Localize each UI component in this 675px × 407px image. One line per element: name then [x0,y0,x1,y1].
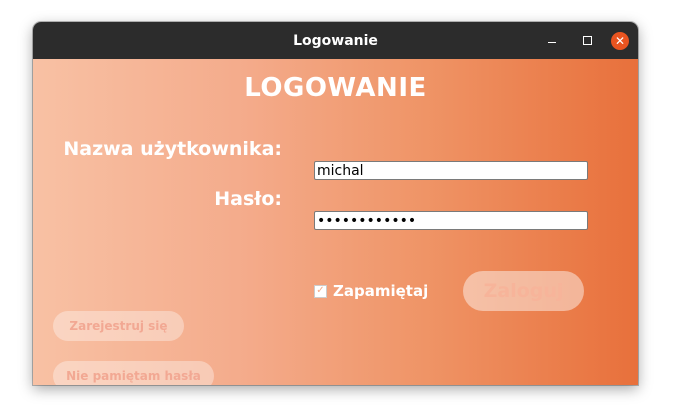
checkbox-checked-icon[interactable]: ✓ [314,284,327,298]
forgot-password-button[interactable]: Nie pamiętam hasła [53,361,214,385]
remember-checkbox[interactable]: ✓ Zapamiętaj [314,282,428,300]
remember-label: Zapamiętaj [333,282,429,300]
login-panel: LOGOWANIE Nazwa użytkownika: Hasło: ✓ Za… [33,59,638,385]
title-bar[interactable]: Logowanie ✕ [33,22,638,59]
username-label: Nazwa użytkownika: [63,138,282,160]
maximize-button[interactable] [575,22,599,59]
login-button[interactable]: Zaloguj [463,271,584,311]
close-button[interactable]: ✕ [608,22,632,59]
minimize-button[interactable] [540,22,564,59]
username-field[interactable] [314,161,588,180]
minimize-icon [548,42,556,43]
window-title: Logowanie [293,32,378,49]
close-icon: ✕ [611,31,629,50]
password-field[interactable] [314,211,588,230]
password-label: Hasło: [214,188,282,210]
maximize-icon [582,36,592,45]
page-title: LOGOWANIE [244,73,427,103]
register-button[interactable]: Zarejestruj się [53,311,184,341]
login-window: Logowanie ✕ LOGOWANIE Nazwa użytkownika:… [33,22,638,385]
